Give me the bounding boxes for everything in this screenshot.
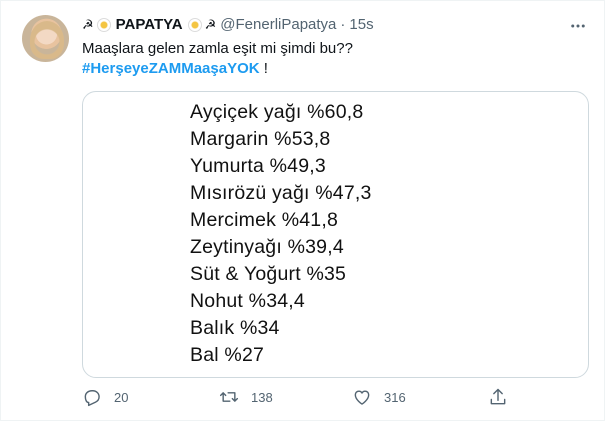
price-increase-item: Zeytinyağı %39,4	[190, 236, 344, 258]
hashtag-link[interactable]: #HerşeyeZAMMaaşaYOK	[82, 60, 260, 77]
share-icon	[490, 388, 506, 405]
tweet-image[interactable]: Ayçiçek yağı %60,8 Margarin %53,8 Yumurta …	[82, 91, 589, 378]
tweet-hashtag-line: #HerşeyeZAMMaaşaYOK !	[82, 59, 353, 79]
daisy-emoji	[187, 17, 202, 32]
reply-button[interactable]: 20	[82, 387, 128, 407]
price-increase-item: Süt & Yoğurt %35	[190, 263, 347, 285]
daisy-emoji	[96, 17, 111, 32]
more-icon[interactable]	[567, 15, 589, 37]
hashtag-suffix: !	[259, 60, 268, 77]
avatar-hair	[30, 21, 64, 59]
price-increase-item: Bal %27	[190, 344, 265, 366]
reply-count: 20	[114, 389, 129, 405]
user-handle[interactable]: @FenerliPapatya	[220, 16, 336, 33]
retweet-button[interactable]: 138	[219, 387, 273, 407]
price-increase-item: Ayçiçek yağı %60,8	[190, 101, 364, 123]
retweet-icon	[219, 392, 239, 402]
price-increase-item: Margarin %53,8	[190, 128, 331, 150]
tweet-text: Maaşlara gelen zamla eşit mi şimdi bu?? …	[82, 39, 353, 79]
separator-dot: ·	[340, 16, 346, 33]
retweet-count: 138	[251, 389, 273, 405]
price-increase-list: Ayçiçek yağı %60,8 Margarin %53,8 Yumurta …	[190, 99, 372, 369]
tweet-text-line: Maaşlara gelen zamla eşit mi şimdi bu??	[82, 40, 353, 57]
hammer-sickle-emoji: ☭	[204, 17, 217, 32]
tweet-actions: 20 138 316	[82, 387, 512, 411]
price-increase-item: Mısırözü yağı %47,3	[190, 182, 372, 204]
like-count: 316	[384, 389, 406, 405]
hammer-sickle-emoji: ☭	[82, 17, 94, 32]
avatar[interactable]	[22, 15, 69, 62]
share-button[interactable]	[488, 387, 508, 407]
like-button[interactable]: 316	[352, 387, 406, 407]
display-name[interactable]: PAPATYA	[116, 16, 183, 33]
tweet-header: ☭ PAPATYA ☭ @FenerliPapatya · 15s	[82, 16, 374, 33]
price-increase-item: Mercimek %41,8	[190, 209, 339, 231]
price-increase-item: Nohut %34,4	[190, 290, 305, 312]
like-icon	[354, 390, 370, 405]
price-increase-item: Yumurta %49,3	[190, 155, 326, 177]
price-increase-item: Balık %34	[190, 317, 280, 339]
tweet-card[interactable]: ☭ PAPATYA ☭ @FenerliPapatya · 15s Maaşla…	[0, 0, 605, 421]
reply-icon	[84, 390, 100, 407]
timestamp[interactable]: 15s	[349, 16, 373, 33]
